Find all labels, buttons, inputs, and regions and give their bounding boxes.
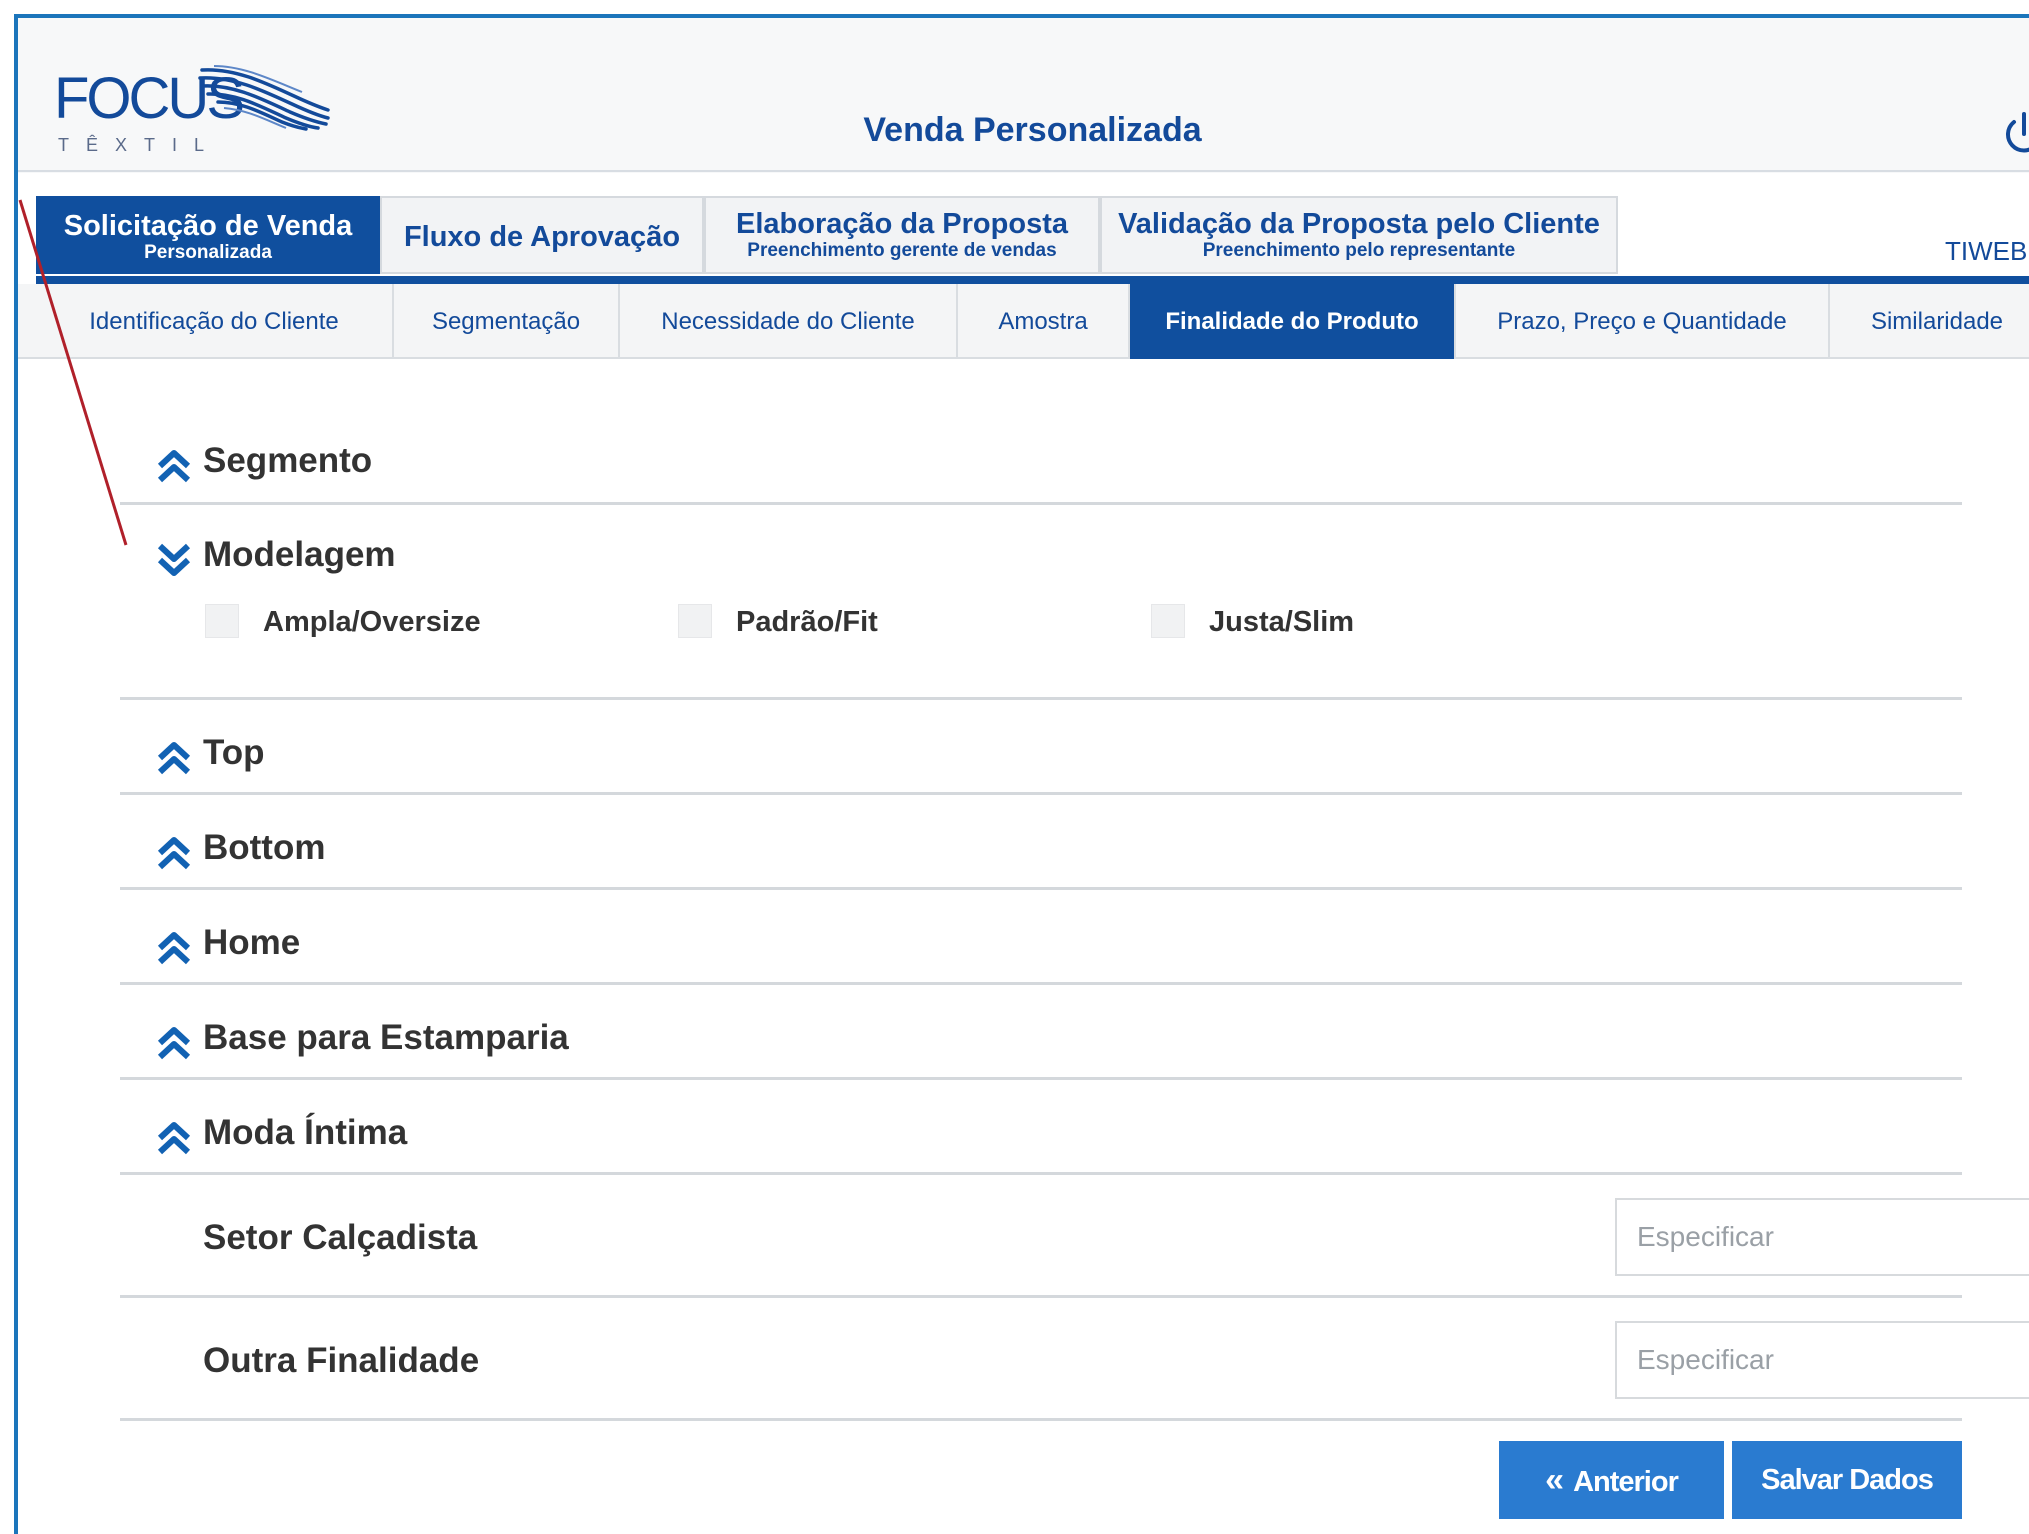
chevron-double-up-icon bbox=[157, 837, 191, 870]
tab-label: Validação da Proposta pelo Cliente bbox=[1118, 208, 1600, 240]
field-label: Outra Finalidade bbox=[203, 1341, 480, 1380]
outra-finalidade-input[interactable] bbox=[1615, 1321, 2029, 1399]
power-icon[interactable] bbox=[2002, 112, 2029, 156]
field-label: Setor Calçadista bbox=[203, 1218, 478, 1257]
subtab-segmentacao[interactable]: Segmentação bbox=[394, 284, 620, 359]
chevron-double-up-icon bbox=[157, 1122, 191, 1155]
section-divider bbox=[120, 982, 1962, 985]
checkbox[interactable] bbox=[678, 604, 712, 638]
chevron-double-down-icon bbox=[157, 543, 191, 576]
section-title: Home bbox=[203, 923, 301, 962]
chevron-double-left-icon: « bbox=[1545, 1460, 1564, 1499]
page-title: Venda Personalizada bbox=[863, 111, 1202, 149]
tab-bar-accent bbox=[36, 276, 2029, 284]
section-divider bbox=[120, 1295, 1962, 1298]
section-title: Bottom bbox=[203, 828, 326, 867]
row-outra-finalidade: Outra Finalidade bbox=[120, 1301, 2029, 1421]
tab-validacao-proposta[interactable]: Validação da Proposta pelo Cliente Preen… bbox=[1100, 196, 1618, 274]
tab-label: Elaboração da Proposta bbox=[736, 208, 1068, 240]
salvar-dados-button[interactable]: Salvar Dados bbox=[1732, 1441, 1962, 1519]
anterior-button[interactable]: « Anterior bbox=[1499, 1441, 1724, 1519]
tab-label: Solicitação de Venda bbox=[63, 210, 353, 242]
button-label: Salvar Dados bbox=[1761, 1463, 1934, 1496]
option-label: Ampla/Oversize bbox=[263, 606, 481, 638]
subtab-prazo-preco-quantidade[interactable]: Prazo, Preço e Quantidade bbox=[1456, 284, 1830, 359]
sub-tabs: Identificação do Cliente Segmentação Nec… bbox=[18, 284, 2029, 359]
section-title: Top bbox=[203, 733, 265, 772]
section-divider bbox=[120, 792, 1962, 795]
tab-sublabel: Personalizada bbox=[144, 242, 272, 263]
option-label: Padrão/Fit bbox=[736, 606, 878, 638]
chevron-double-up-icon bbox=[157, 450, 191, 483]
subtab-necessidade-cliente[interactable]: Necessidade do Cliente bbox=[620, 284, 958, 359]
subtab-amostra[interactable]: Amostra bbox=[958, 284, 1130, 359]
section-title: Base para Estamparia bbox=[203, 1018, 569, 1057]
button-label: Anterior bbox=[1573, 1465, 1679, 1498]
tab-fluxo-aprovacao[interactable]: Fluxo de Aprovação bbox=[380, 196, 704, 274]
checkbox[interactable] bbox=[205, 604, 239, 638]
chevron-double-up-icon bbox=[157, 932, 191, 965]
section-title: Modelagem bbox=[203, 535, 396, 574]
setor-calcadista-input[interactable] bbox=[1615, 1198, 2029, 1276]
section-divider bbox=[120, 697, 1962, 700]
subtab-identificacao-cliente[interactable]: Identificação do Cliente bbox=[36, 284, 394, 359]
subtab-finalidade-produto[interactable]: Finalidade do Produto bbox=[1130, 284, 1456, 359]
header-divider bbox=[18, 170, 2029, 172]
header: FOCUS TÊXTIL Venda Personalizada bbox=[18, 18, 2029, 173]
app-window: FOCUS TÊXTIL Venda Personalizada Solicit… bbox=[14, 14, 2029, 1534]
tab-solicitacao-venda[interactable]: Solicitação de Venda Personalizada bbox=[36, 196, 380, 274]
option-label: Justa/Slim bbox=[1209, 606, 1355, 638]
tab-elaboracao-proposta[interactable]: Elaboração da Proposta Preenchimento ger… bbox=[704, 196, 1100, 274]
chevron-double-up-icon bbox=[157, 1027, 191, 1060]
chevron-double-up-icon bbox=[157, 742, 191, 775]
checkbox[interactable] bbox=[1151, 604, 1185, 638]
section-divider bbox=[120, 1172, 1962, 1175]
section-divider bbox=[120, 1418, 1962, 1421]
subtab-similaridade[interactable]: Similaridade bbox=[1830, 284, 2029, 359]
tab-label: Fluxo de Aprovação bbox=[403, 221, 681, 253]
section-divider bbox=[120, 1077, 1962, 1080]
user-name: TIWEB bbox=[1945, 236, 2028, 266]
main-tabs: Solicitação de Venda Personalizada Fluxo… bbox=[18, 196, 2029, 274]
section-title: Moda Íntima bbox=[203, 1113, 408, 1152]
tab-sublabel: Preenchimento pelo representante bbox=[1202, 240, 1516, 261]
tab-sublabel: Preenchimento gerente de vendas bbox=[747, 240, 1057, 261]
section-divider bbox=[120, 502, 1962, 505]
section-divider bbox=[120, 887, 1962, 890]
row-setor-calcadista: Setor Calçadista bbox=[120, 1178, 2029, 1298]
section-title: Segmento bbox=[203, 441, 373, 480]
